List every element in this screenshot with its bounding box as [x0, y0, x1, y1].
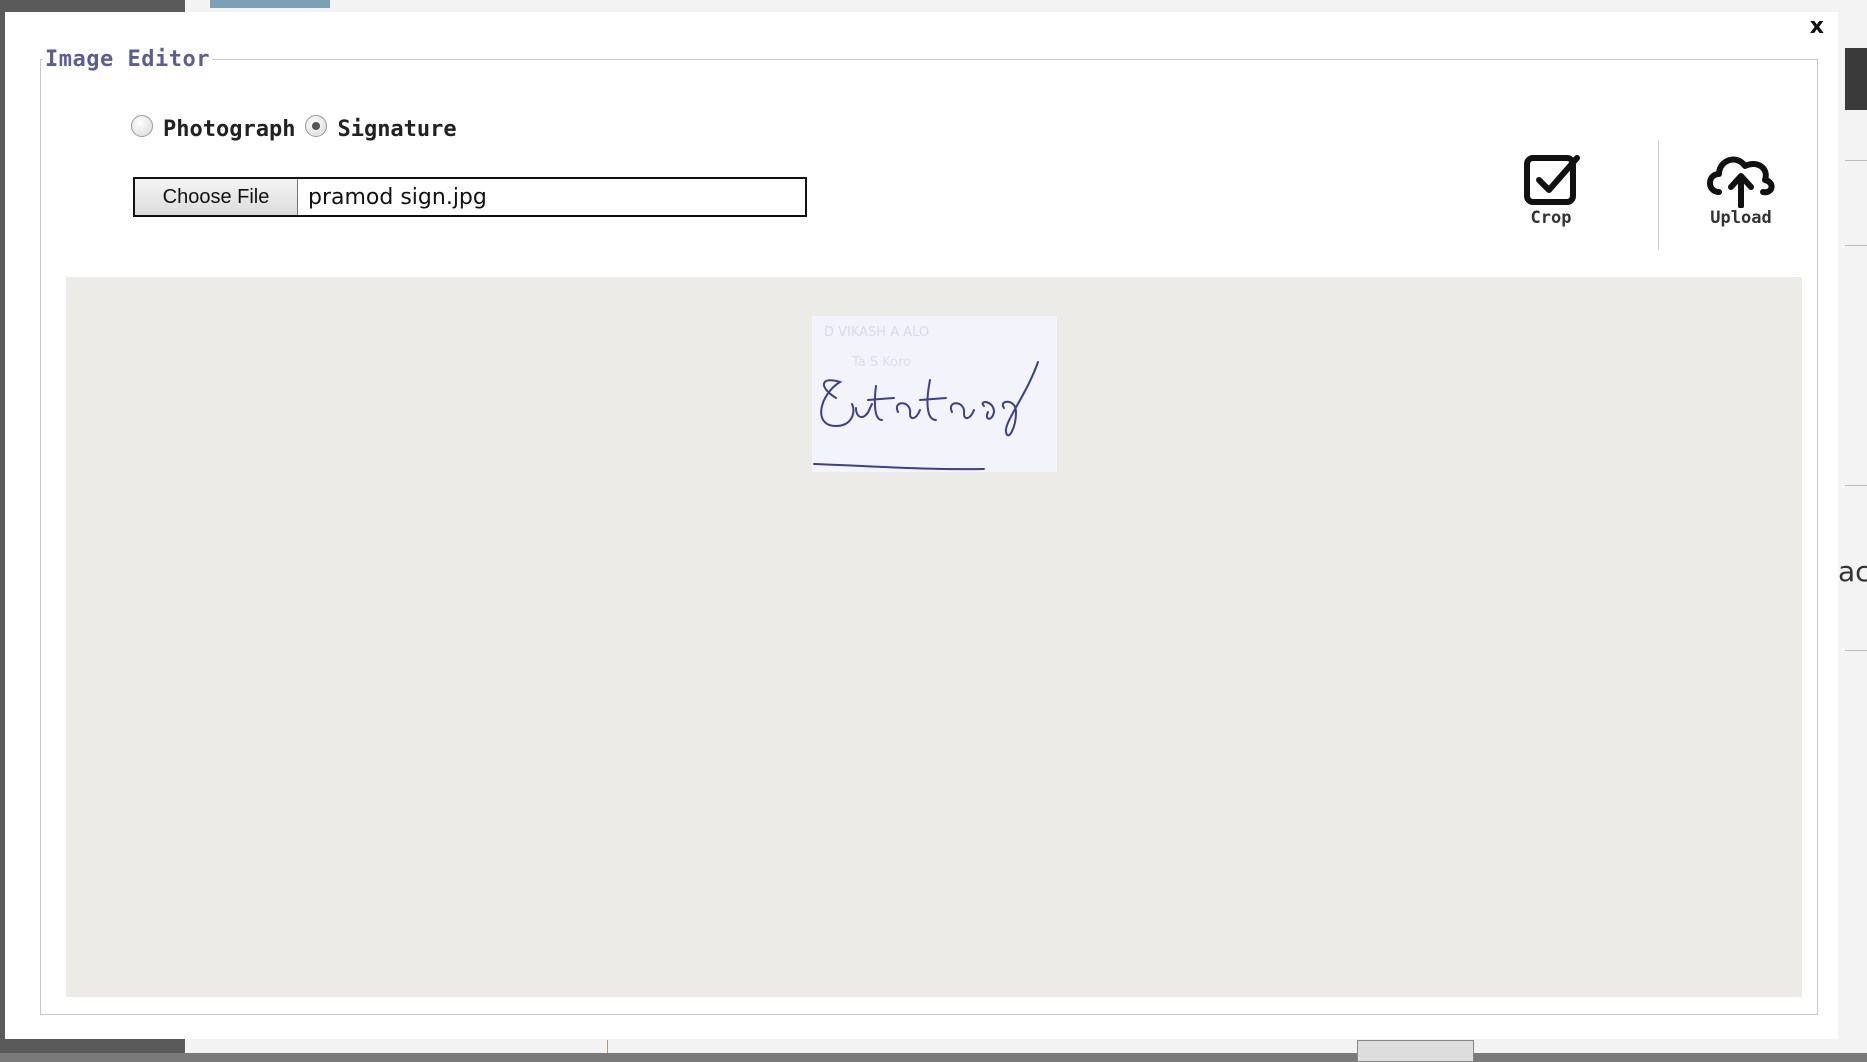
- crop-label: Crop: [1530, 208, 1572, 228]
- background-dark-strip: [1845, 48, 1867, 110]
- upload-button[interactable]: Upload: [1686, 152, 1796, 228]
- background-divider: [1845, 160, 1867, 161]
- background-divider: [1845, 245, 1867, 246]
- background-divider: [1845, 650, 1867, 651]
- image-type-radio-group: Photograph Signature: [131, 114, 467, 142]
- image-editor-title: Image Editor: [45, 47, 210, 72]
- svg-text:D VIKASH A ALO: D VIKASH A ALO: [824, 325, 929, 340]
- background-border: [607, 1040, 608, 1053]
- signature-drawing: D VIKASH A ALO Ta S Koro: [812, 316, 1057, 472]
- image-editor-fieldset: Image Editor Photograph Signature Choose…: [40, 47, 1818, 1015]
- crop-icon: [1524, 155, 1580, 205]
- upload-label: Upload: [1710, 208, 1772, 228]
- signature-radio[interactable]: [305, 114, 328, 137]
- background-button: [1357, 1040, 1474, 1062]
- toolbar-divider: [1658, 140, 1659, 250]
- file-input[interactable]: Choose File pramod sign.jpg: [133, 177, 807, 217]
- image-preview-area[interactable]: D VIKASH A ALO Ta S Koro: [66, 277, 1802, 997]
- photograph-radio[interactable]: [131, 114, 153, 137]
- close-button[interactable]: x: [1810, 14, 1824, 40]
- image-editor-modal: x Image Editor Photograph Signature Choo…: [5, 12, 1838, 1039]
- signature-image: D VIKASH A ALO Ta S Koro: [812, 316, 1057, 472]
- photograph-radio-label[interactable]: Photograph: [163, 117, 295, 142]
- signature-radio-label[interactable]: Signature: [337, 117, 456, 142]
- background-partial-text: ac: [1838, 555, 1867, 588]
- cloud-upload-icon: [1707, 156, 1775, 208]
- selected-file-name: pramod sign.jpg: [308, 184, 487, 210]
- background-divider: [1845, 485, 1867, 486]
- crop-button[interactable]: Crop: [1496, 152, 1606, 228]
- background-logo: [210, 0, 330, 8]
- choose-file-button[interactable]: Choose File: [135, 179, 298, 215]
- svg-text:Ta S Koro: Ta S Koro: [851, 355, 911, 370]
